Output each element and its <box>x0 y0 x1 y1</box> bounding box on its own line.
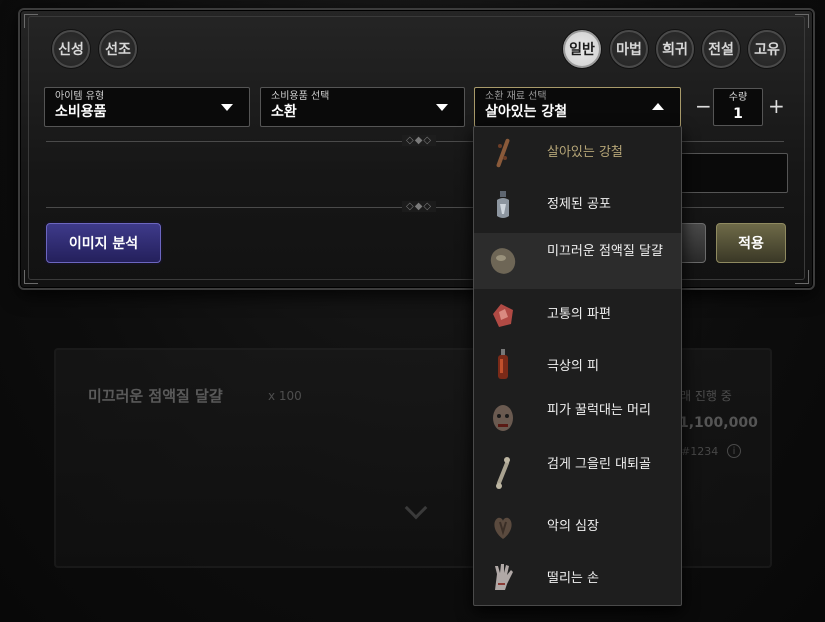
apply-button[interactable]: 적용 <box>716 223 786 263</box>
dropdown-option-label: 살아있는 강철 <box>547 145 623 160</box>
rarity-magic-button[interactable]: 마법 <box>610 30 648 68</box>
result-card-id: #1234 <box>681 445 719 458</box>
caret-down-icon <box>436 104 448 111</box>
summon-material-value: 살아있는 강철 <box>485 104 568 120</box>
item-type-value: 소비용품 <box>55 104 107 120</box>
summon-material-select[interactable]: 소환 재료 선택 살아있는 강철 <box>474 87 681 127</box>
app-stage: 미끄러운 점액질 달걀 x 100 래 진행 중 1,100,000 #1234… <box>0 0 825 622</box>
result-card-title: 미끄러운 점액질 달걀 <box>88 387 223 405</box>
rarity-ancestral-button[interactable]: 선조 <box>99 30 137 68</box>
dropdown-option-label: 극상의 피 <box>547 359 599 374</box>
divider-ornament: ◇◆◇ <box>402 135 437 146</box>
dropdown-option-label: 피가 꿀럭대는 머리 <box>547 403 651 418</box>
summon-material-dropdown: 살아있는 강철 정제된 공포 미끄러운 점액질 달걀 고통의 파편 극상의 피 <box>473 126 682 606</box>
analyze-image-button[interactable]: 이미지 분석 <box>46 223 161 263</box>
quantity-value[interactable]: 1 <box>714 105 762 123</box>
caret-up-icon <box>652 103 664 110</box>
exquisite-blood-icon <box>488 347 518 383</box>
summon-material-label: 소환 재료 선택 <box>485 91 547 102</box>
result-card-price: 1,100,000 <box>679 415 758 431</box>
consumable-select[interactable]: 소비용품 선택 소환 <box>260 87 465 127</box>
dropdown-option-label: 정제된 공포 <box>547 197 611 212</box>
quantity-stepper[interactable]: 수량 1 <box>713 88 763 126</box>
dropdown-option[interactable]: 악의 심장 <box>474 501 681 553</box>
blackened-femur-icon <box>488 455 518 491</box>
trembling-hand-icon <box>488 559 518 595</box>
result-card-status: 래 진행 중 <box>680 389 732 403</box>
consumable-value: 소환 <box>271 104 297 120</box>
consumable-label: 소비용품 선택 <box>271 91 330 102</box>
dropdown-option-label: 떨리는 손 <box>547 571 599 586</box>
living-steel-icon <box>488 135 518 171</box>
dropdown-option[interactable]: 고통의 파편 <box>474 289 681 341</box>
rarity-unique-button[interactable]: 고유 <box>748 30 786 68</box>
dropdown-option-label: 검게 그을린 대퇴골 <box>547 457 651 472</box>
dropdown-option[interactable]: 피가 꿀럭대는 머리 <box>474 393 681 447</box>
malignant-heart-icon <box>488 509 518 545</box>
quantity-plus-button[interactable]: + <box>768 94 785 118</box>
item-type-select[interactable]: 아이템 유형 소비용품 <box>44 87 250 127</box>
shard-of-agony-icon <box>488 297 518 333</box>
dropdown-option[interactable]: 극상의 피 <box>474 341 681 393</box>
corner-ornament <box>795 270 809 284</box>
rarity-sacred-button[interactable]: 신성 <box>52 30 90 68</box>
corner-ornament <box>24 270 38 284</box>
rarity-rare-button[interactable]: 희귀 <box>656 30 694 68</box>
dropdown-option[interactable]: 살아있는 강철 <box>474 127 681 179</box>
dropdown-option[interactable]: 떨리는 손 <box>474 553 681 605</box>
dropdown-option[interactable]: 미끄러운 점액질 달걀 <box>474 233 681 289</box>
slimy-egg-icon <box>488 243 518 279</box>
quantity-label: 수량 <box>728 92 748 103</box>
result-card-count: x 100 <box>268 389 302 403</box>
info-icon[interactable]: i <box>727 444 741 458</box>
quantity-minus-button[interactable]: − <box>695 94 712 118</box>
dropdown-option-label: 미끄러운 점액질 달걀 <box>547 244 663 259</box>
dropdown-option[interactable]: 정제된 공포 <box>474 179 681 231</box>
dropdown-option[interactable]: 검게 그을린 대퇴골 <box>474 447 681 501</box>
blood-soaked-head-icon <box>488 401 518 437</box>
corner-ornament <box>795 14 809 28</box>
text-field[interactable] <box>680 153 788 193</box>
divider-ornament: ◇◆◇ <box>402 201 437 212</box>
distilled-fear-icon <box>488 187 518 223</box>
item-type-label: 아이템 유형 <box>55 91 105 102</box>
corner-ornament <box>24 14 38 28</box>
dropdown-option-label: 고통의 파편 <box>547 307 611 322</box>
rarity-normal-button[interactable]: 일반 <box>563 30 601 68</box>
dropdown-option-label: 악의 심장 <box>547 519 599 534</box>
caret-down-icon <box>221 104 233 111</box>
rarity-legendary-button[interactable]: 전설 <box>702 30 740 68</box>
